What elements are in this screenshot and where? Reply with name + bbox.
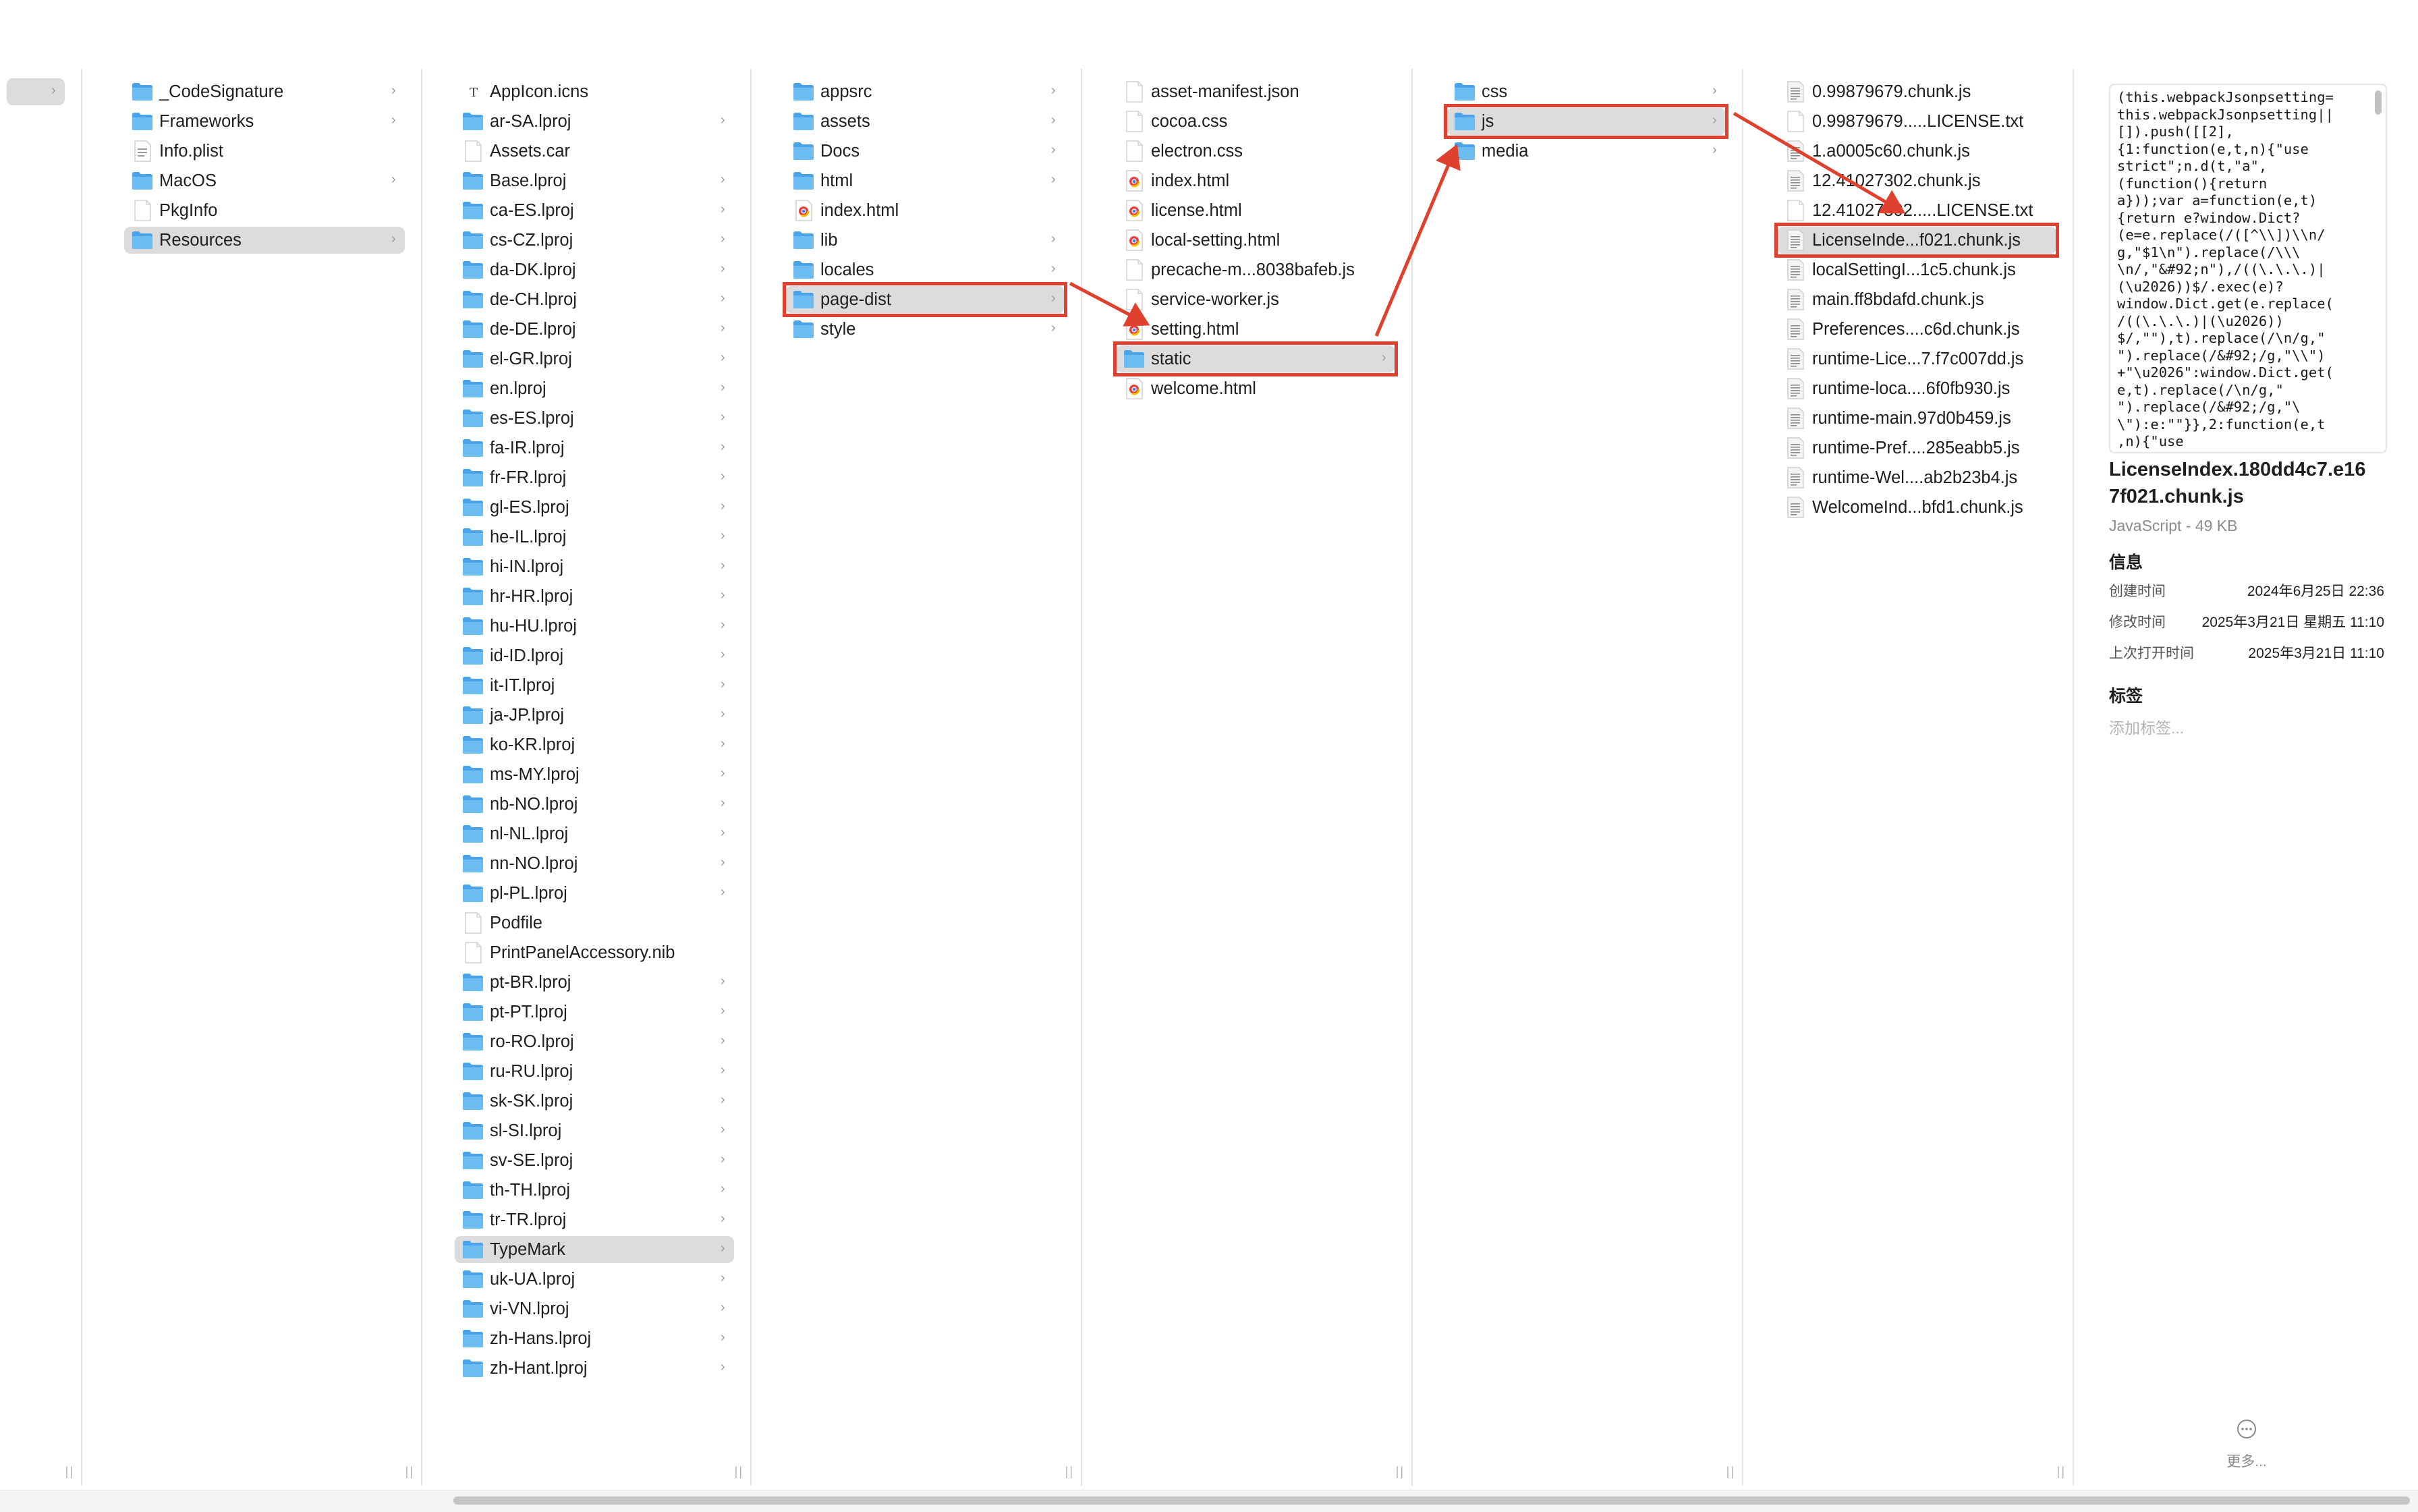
arrow-js-to-licenseindex (1733, 111, 1906, 214)
annotation-arrows (1069, 111, 1906, 337)
arrow-static-to-js (1374, 144, 1461, 337)
arrow-page-dist-to-static (1069, 281, 1150, 327)
